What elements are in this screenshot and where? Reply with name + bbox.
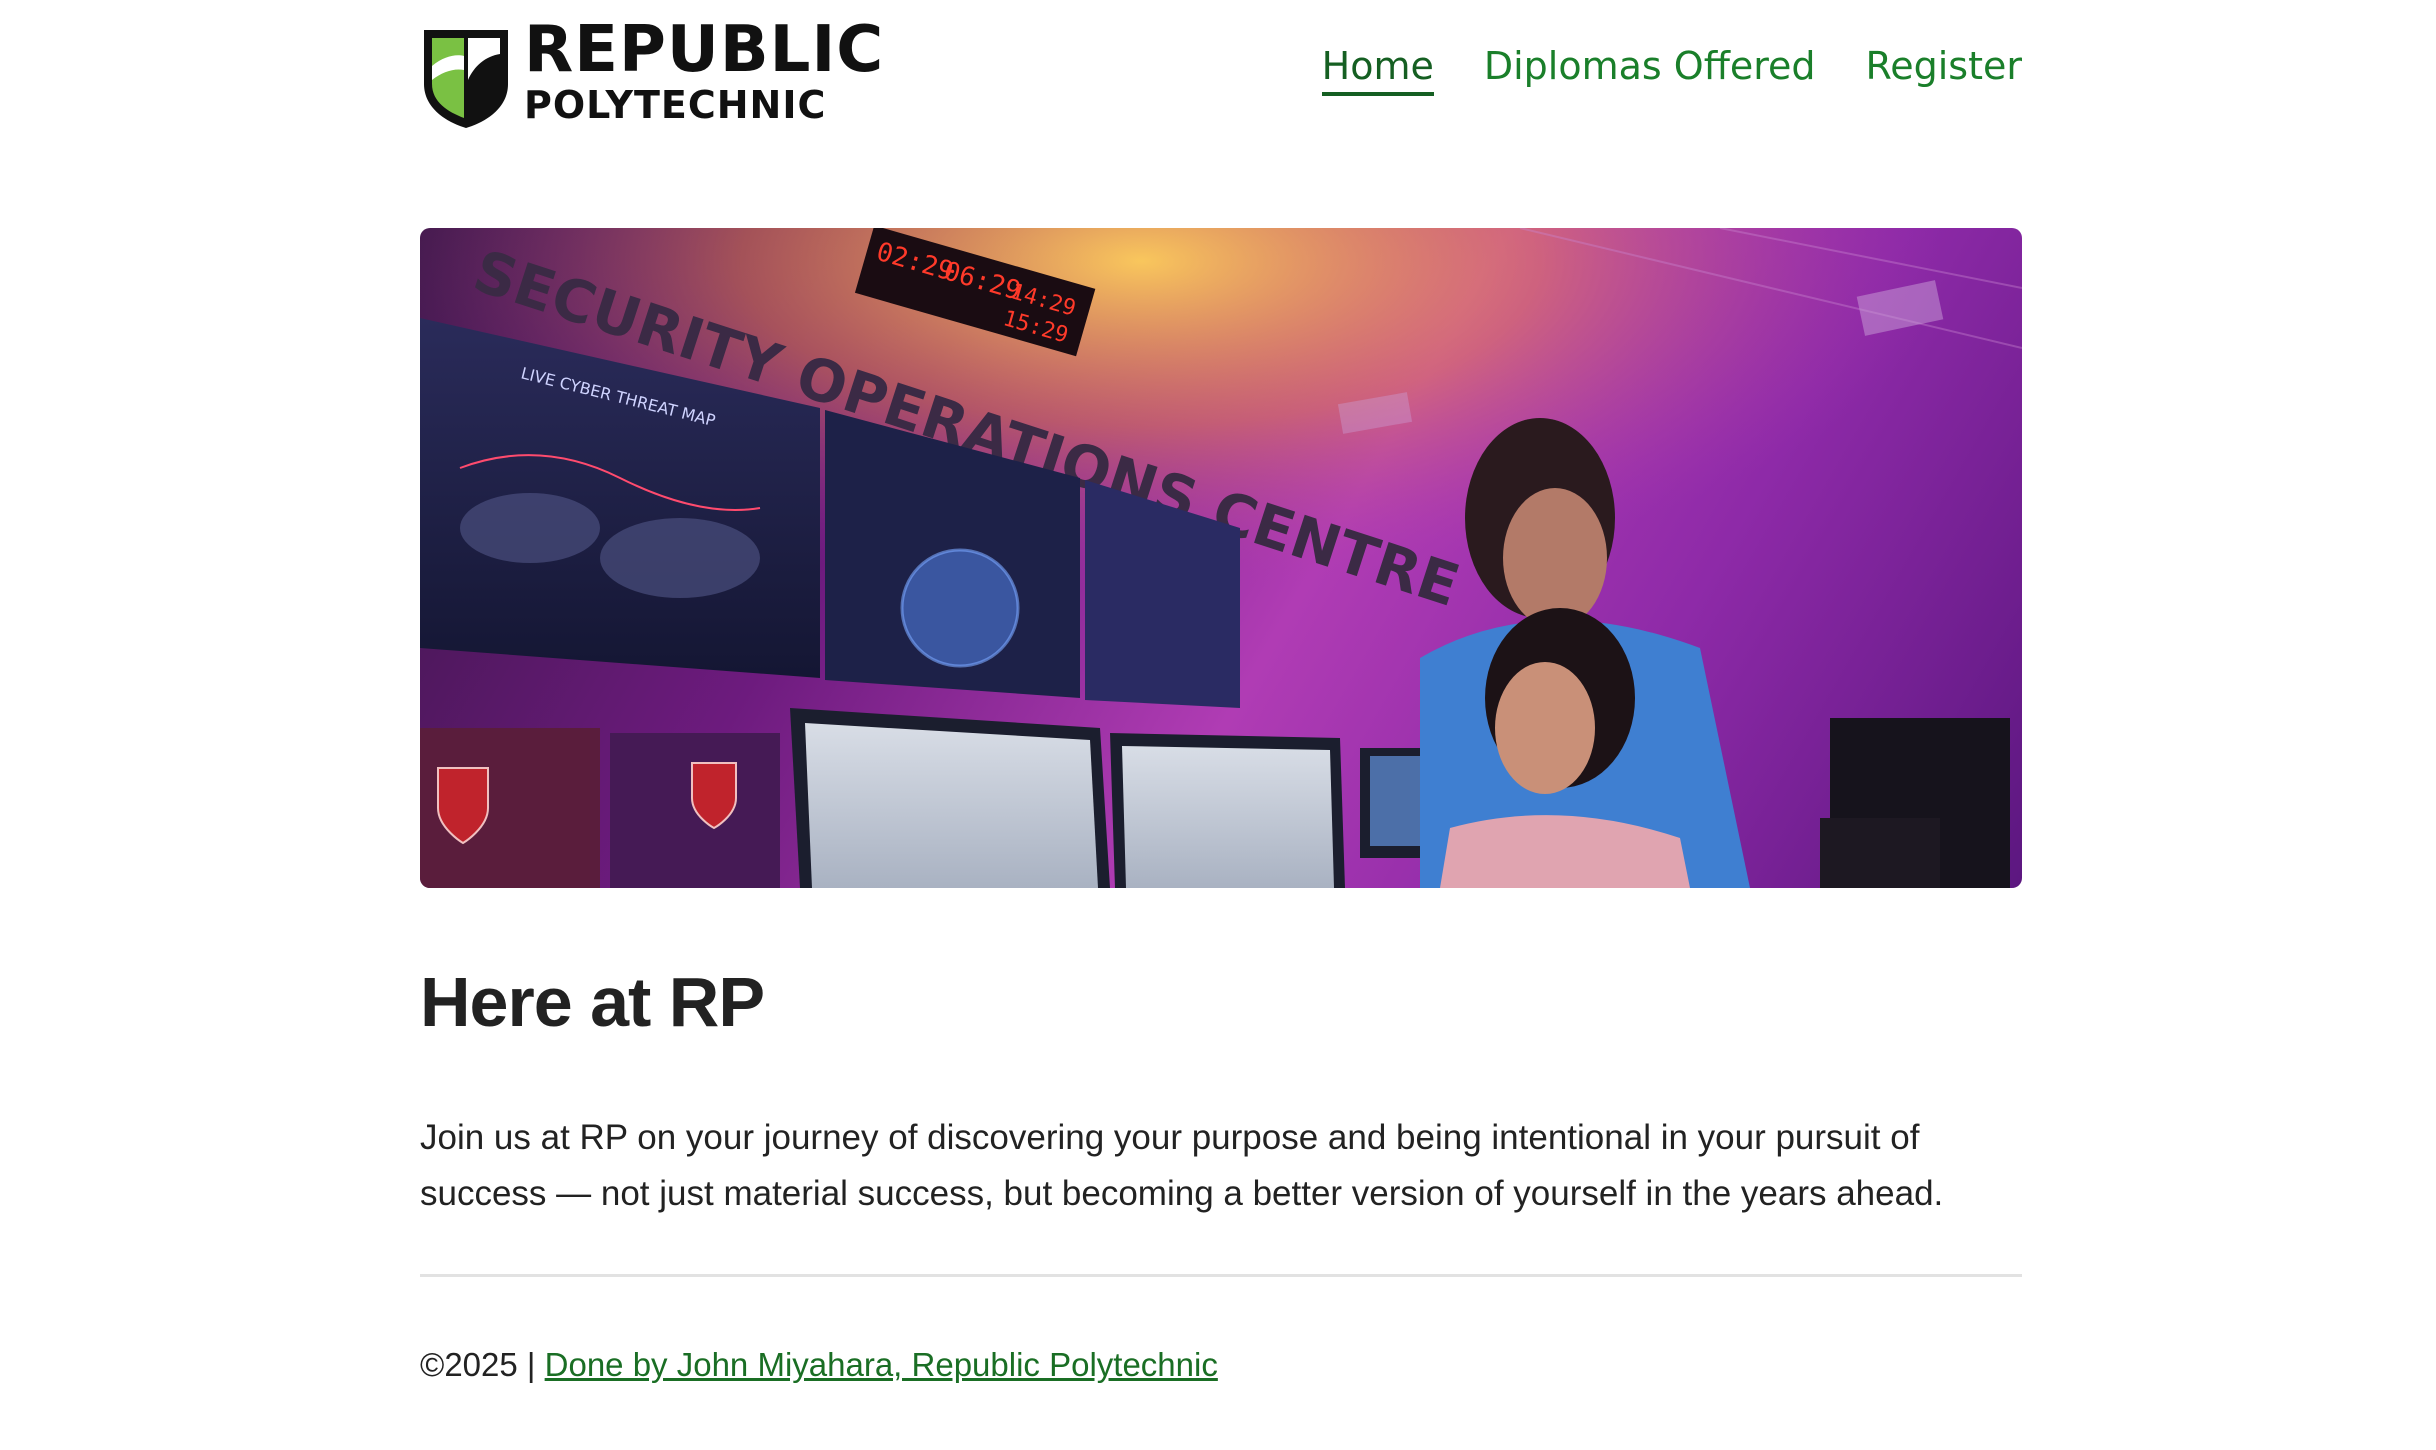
hero-illustration: SECURITY OPERATIONS CENTRE 02:29 06:29 1…: [420, 228, 2022, 888]
hero-image: SECURITY OPERATIONS CENTRE 02:29 06:29 1…: [420, 228, 2022, 888]
shield-icon: [424, 30, 508, 128]
logo-wordmark: REPUBLIC POLYTECHNIC: [524, 18, 884, 124]
intro-paragraph: Join us at RP on your journey of discove…: [420, 1118, 1944, 1213]
nav-register-link[interactable]: Register: [1866, 44, 2022, 96]
main-nav: Home Diplomas Offered Register: [1321, 44, 2022, 96]
logo-line-republic: REPUBLIC: [524, 13, 885, 87]
footer-copyright: ©2025 |: [420, 1346, 545, 1383]
nav-home-link[interactable]: Home: [1321, 44, 1434, 96]
nav-diplomas-link[interactable]: Diplomas Offered: [1484, 44, 1816, 96]
footer-credit-link[interactable]: Done by John Miyahara, Republic Polytech…: [545, 1346, 1218, 1383]
rp-logo[interactable]: REPUBLIC POLYTECHNIC: [420, 12, 883, 130]
page-heading: Here at RP: [420, 963, 765, 1041]
logo-line-polytechnic: POLYTECHNIC: [524, 83, 827, 127]
site-footer: ©2025 | Done by John Miyahara, Republic …: [420, 1346, 1218, 1384]
site-header: REPUBLIC POLYTECHNIC Home Diplomas Offer…: [420, 0, 2022, 150]
page-container: REPUBLIC POLYTECHNIC Home Diplomas Offer…: [420, 0, 2022, 1383]
content-divider: [420, 1274, 2022, 1277]
